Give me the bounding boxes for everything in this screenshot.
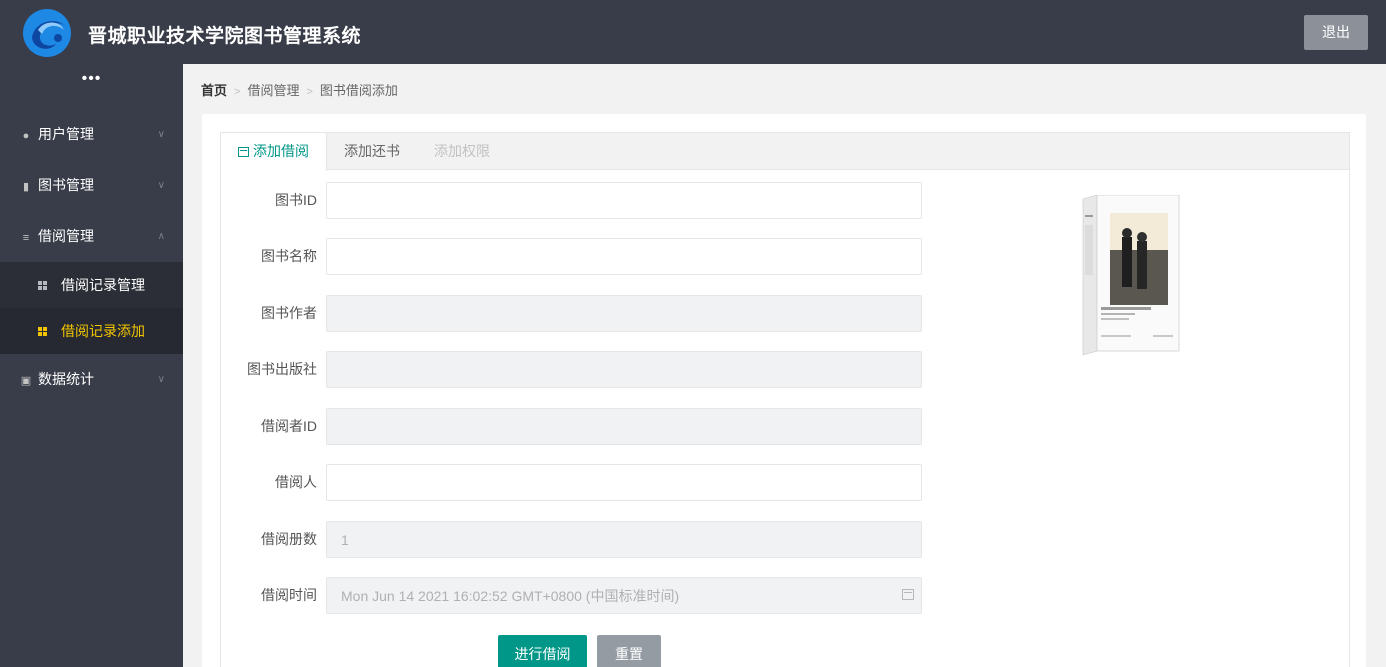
sidebar-item-borrow-management[interactable]: ≡ 借阅管理 ∧	[0, 211, 183, 262]
chevron-up-icon: ∧	[157, 231, 165, 242]
sidebar: ••• ● 用户管理 ∨ ▮ 图书管理 ∨ ≡ 借阅管理 ∧ 借阅记录管理 借阅记录添…	[0, 64, 183, 667]
chevron-down-icon: ∨	[157, 374, 165, 385]
tab-add-permission: 添加权限	[417, 133, 507, 170]
sidebar-item-label: 借阅管理	[38, 228, 94, 244]
borrower-id-label: 借阅者ID	[261, 418, 317, 434]
tab-add-return[interactable]: 添加还书	[327, 133, 417, 170]
borrower-id-input	[326, 408, 922, 445]
form-row-borrow-count: 借阅册数	[221, 521, 941, 558]
sidebar-subitem-label: 借阅记录管理	[61, 277, 145, 293]
user-icon: ●	[22, 130, 30, 142]
form-row-book-id: 图书ID	[221, 182, 941, 219]
borrow-submit-button[interactable]: 进行借阅	[498, 635, 587, 667]
book-cover-image	[1082, 195, 1180, 356]
borrower-input[interactable]	[326, 464, 922, 501]
borrow-time-label: 借阅时间	[261, 587, 317, 603]
chevron-down-icon: ∨	[157, 129, 165, 140]
tab-label: 添加还书	[344, 143, 400, 159]
logo-icon	[23, 9, 71, 57]
book-id-label: 图书ID	[275, 192, 317, 208]
reset-button[interactable]: 重置	[597, 635, 661, 667]
tab-container: 添加借阅 添加还书 添加权限 图书ID 图书名称 图书作者 图书出版社 借阅者I…	[220, 132, 1350, 667]
content-card: 添加借阅 添加还书 添加权限 图书ID 图书名称 图书作者 图书出版社 借阅者I…	[202, 114, 1366, 667]
form-row-book-publisher: 图书出版社	[221, 351, 941, 388]
borrow-count-input	[326, 521, 922, 558]
form-row-borrower: 借阅人	[221, 464, 941, 501]
stats-icon: ▣	[20, 375, 32, 387]
sidebar-subitem-borrow-records[interactable]: 借阅记录管理	[0, 262, 183, 308]
book-author-input	[326, 295, 922, 332]
book-publisher-label: 图书出版社	[247, 361, 317, 377]
borrow-time-input	[326, 577, 922, 614]
tab-label: 添加借阅	[253, 143, 309, 159]
breadcrumb-level1[interactable]: 借阅管理	[247, 83, 299, 98]
form-row-book-author: 图书作者	[221, 295, 941, 332]
form-row-borrower-id: 借阅者ID	[221, 408, 941, 445]
sidebar-subitem-borrow-add[interactable]: 借阅记录添加	[0, 308, 183, 354]
app-title: 晋城职业技术学院图书管理系统	[88, 25, 362, 47]
form-row-book-name: 图书名称	[221, 238, 941, 275]
sidebar-item-statistics[interactable]: ▣ 数据统计 ∨	[0, 354, 183, 405]
book-publisher-input	[326, 351, 922, 388]
chevron-down-icon: ∨	[157, 180, 165, 191]
borrow-count-label: 借阅册数	[261, 531, 317, 547]
top-header: 晋城职业技术学院图书管理系统 退出	[0, 0, 1386, 64]
sidebar-item-label: 用户管理	[38, 126, 94, 142]
book-id-input[interactable]	[326, 182, 922, 219]
calendar-icon	[238, 147, 249, 157]
sidebar-item-user-management[interactable]: ● 用户管理 ∨	[0, 109, 183, 160]
grid-icon	[38, 281, 48, 291]
breadcrumb: 首页 > 借阅管理 > 图书借阅添加	[201, 80, 398, 99]
logout-button[interactable]: 退出	[1304, 15, 1368, 50]
tab-add-borrow[interactable]: 添加借阅	[221, 133, 327, 171]
tab-label: 添加权限	[434, 143, 490, 159]
borrower-label: 借阅人	[275, 474, 317, 490]
form-row-borrow-time: 借阅时间	[221, 577, 941, 614]
sidebar-item-book-management[interactable]: ▮ 图书管理 ∨	[0, 160, 183, 211]
book-author-label: 图书作者	[261, 305, 317, 321]
sidebar-item-label: 数据统计	[38, 371, 94, 387]
breadcrumb-separator-icon: >	[306, 86, 313, 98]
calendar-icon	[902, 589, 914, 600]
breadcrumb-home[interactable]: 首页	[201, 83, 227, 98]
tab-bar: 添加借阅 添加还书 添加权限	[221, 133, 1349, 171]
bar-chart-icon: ▮	[22, 181, 30, 193]
menu-icon: ≡	[22, 232, 30, 244]
sidebar-more-icon[interactable]: •••	[0, 64, 183, 98]
breadcrumb-level2: 图书借阅添加	[319, 83, 398, 98]
grid-icon	[38, 327, 48, 337]
book-name-input[interactable]	[326, 238, 922, 275]
breadcrumb-separator-icon: >	[234, 86, 241, 98]
sidebar-item-label: 图书管理	[38, 177, 94, 193]
book-name-label: 图书名称	[261, 248, 317, 264]
sidebar-subitem-label: 借阅记录添加	[61, 323, 145, 339]
